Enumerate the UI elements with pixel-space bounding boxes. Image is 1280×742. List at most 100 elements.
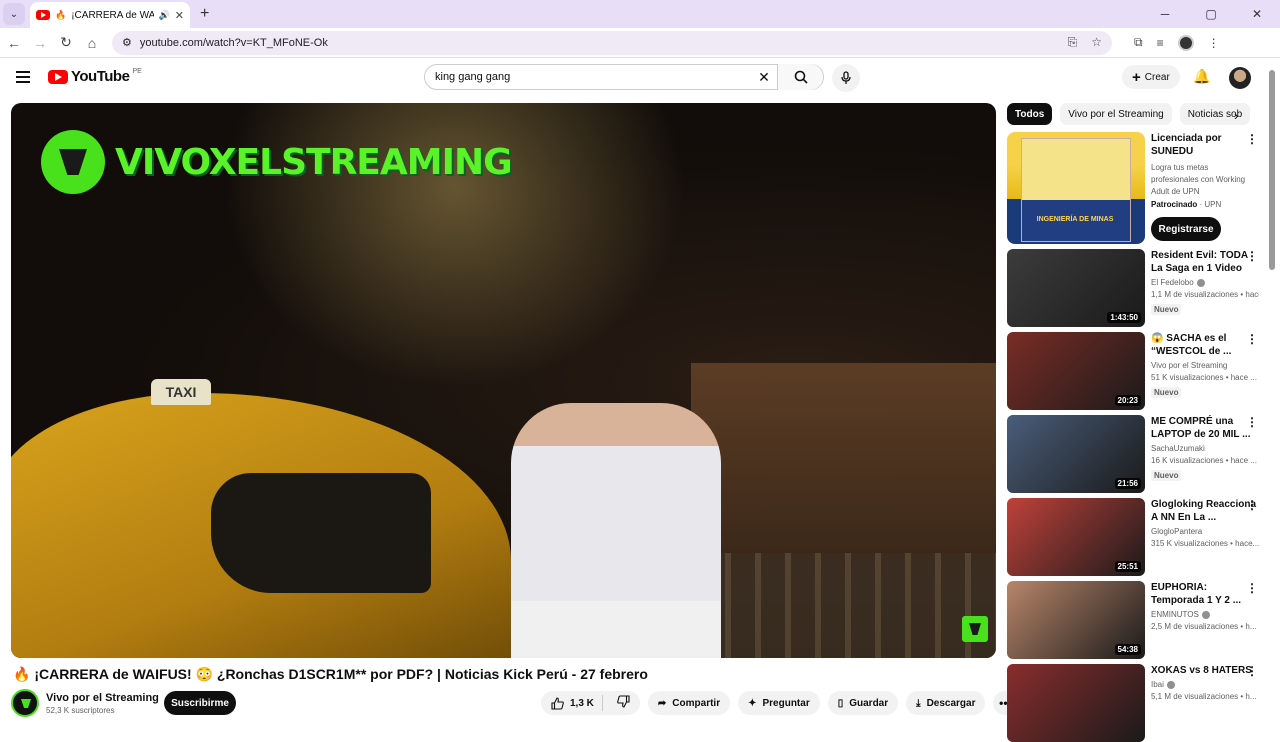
address-bar[interactable]: ⚙ youtube.com/watch?v=KT_MFoNE-Ok ⎘ ☆	[112, 30, 1112, 55]
video-player[interactable]: TAXI VIVOXELSTREAMING	[11, 103, 996, 658]
like-count: 1,3 K	[570, 697, 594, 709]
browser-tab[interactable]: 🔥 ¡CARRERA de WAIFUS! ( 🔊 ✕	[30, 2, 190, 28]
account-avatar[interactable]	[1229, 67, 1251, 89]
extensions-icon[interactable]: ⧉	[1134, 35, 1143, 50]
rec-title[interactable]: Glogloking Reacciona A NN En La ...	[1151, 498, 1259, 524]
rec-channel[interactable]: El Fedelobo	[1151, 278, 1259, 287]
verified-check-icon	[1196, 278, 1205, 287]
create-button[interactable]: + Crear	[1122, 65, 1180, 89]
rec-duration: 20:23	[1114, 395, 1141, 406]
rec-title[interactable]: XOKAS vs 8 HATERS	[1151, 664, 1259, 677]
youtube-logo[interactable]: YouTube PE	[48, 68, 142, 85]
ad-menu-icon[interactable]: ⋮	[1246, 132, 1258, 146]
rec-channel[interactable]: Vivo por el Streaming	[1151, 361, 1259, 370]
rec-thumbnail[interactable]: 20:23	[1007, 332, 1145, 410]
close-window-button[interactable]: ✕	[1234, 0, 1280, 28]
youtube-play-icon	[48, 69, 68, 84]
rec-item[interactable]: 25:51 Glogloking Reacciona A NN En La ..…	[1007, 498, 1262, 576]
back-icon[interactable]: ←	[2, 35, 26, 51]
ad-thumbnail[interactable]: INGENIERÍA DE MINAS	[1007, 132, 1145, 244]
search-box[interactable]: king gang gang ✕	[424, 64, 824, 90]
tab-search-icon[interactable]: ⌄	[3, 3, 25, 25]
chip-vivo-por-el-streaming[interactable]: Vivo por el Streaming	[1060, 103, 1172, 125]
ask-label: Preguntar	[762, 697, 810, 709]
rec-thumbnail[interactable]: 21:56	[1007, 415, 1145, 493]
home-icon[interactable]: ⌂	[80, 35, 104, 51]
scrollbar-thumb[interactable]	[1269, 70, 1275, 270]
rec-item[interactable]: 21:56 ME COMPRÉ una LAPTOP de 20 MIL ...…	[1007, 415, 1262, 493]
dislike-button[interactable]	[609, 695, 640, 711]
like-button[interactable]: 1,3 K	[541, 695, 603, 711]
chip-noticias[interactable]: Noticias sob	[1179, 103, 1251, 125]
region-code: PE	[132, 68, 142, 75]
rec-menu-icon[interactable]: ⋮	[1246, 581, 1258, 595]
rec-thumbnail[interactable]: 25:51	[1007, 498, 1145, 576]
rec-duration: 1:43:50	[1107, 312, 1141, 323]
rec-item[interactable]: XOKAS vs 8 HATERS Ibai 5,1 M de visualiz…	[1007, 664, 1262, 742]
share-label: Compartir	[672, 697, 721, 709]
ask-button[interactable]: ✦ Preguntar	[738, 691, 820, 715]
cast-icon[interactable]: ⎘	[1068, 35, 1078, 50]
rec-info: ME COMPRÉ una LAPTOP de 20 MIL ... Sacha…	[1151, 415, 1259, 493]
reload-icon[interactable]: ↻	[54, 34, 78, 51]
new-tab-button[interactable]: +	[200, 5, 209, 23]
rec-thumbnail[interactable]: 54:38	[1007, 581, 1145, 659]
rec-menu-icon[interactable]: ⋮	[1246, 332, 1258, 346]
rec-menu-icon[interactable]: ⋮	[1246, 664, 1258, 678]
subscribe-button[interactable]: Suscribirme	[164, 691, 236, 715]
video-title: 🔥 ¡CARRERA de WAIFUS! 😳 ¿Ronchas D1SCR1M…	[13, 666, 648, 682]
site-info-icon[interactable]: ⚙	[122, 36, 132, 49]
bookmark-star-icon[interactable]: ☆	[1091, 35, 1102, 50]
ad-card[interactable]: INGENIERÍA DE MINAS Licenciada por SUNED…	[1007, 132, 1262, 244]
rec-channel[interactable]: SachaUzumaki	[1151, 444, 1259, 453]
rec-menu-icon[interactable]: ⋮	[1246, 415, 1258, 429]
sparkle-icon: ✦	[748, 697, 757, 709]
search-input[interactable]: king gang gang	[425, 71, 751, 83]
tab-close-icon[interactable]: ✕	[175, 9, 184, 22]
share-button[interactable]: ➦ Compartir	[647, 691, 731, 715]
rec-channel-name: Vivo por el Streaming	[1151, 361, 1228, 370]
rec-title[interactable]: Resident Evil: TODA La Saga en 1 Video	[1151, 249, 1259, 275]
download-button[interactable]: ⤓ Descargar	[906, 691, 986, 715]
rec-thumbnail[interactable]: 1:43:50	[1007, 249, 1145, 327]
branding-corner-icon[interactable]	[962, 616, 988, 642]
guide-menu-icon[interactable]	[16, 71, 30, 83]
rec-title[interactable]: ME COMPRÉ una LAPTOP de 20 MIL ...	[1151, 415, 1259, 441]
speaker-icon[interactable]: 🔊	[159, 10, 170, 21]
rec-channel[interactable]: Ibai	[1151, 680, 1259, 689]
rec-channel[interactable]: ENMINUTOS	[1151, 610, 1259, 619]
share-arrow-icon: ➦	[657, 697, 667, 709]
page-scrollbar[interactable]	[1269, 62, 1275, 718]
voice-search-button[interactable]	[832, 64, 860, 92]
rec-item[interactable]: 54:38 EUPHORIA: Temporada 1 Y 2 ... ENMI…	[1007, 581, 1262, 659]
rec-duration: 21:56	[1114, 478, 1141, 489]
rec-list: 1:43:50 Resident Evil: TODA La Saga en 1…	[1007, 249, 1262, 742]
rec-thumbnail[interactable]	[1007, 664, 1145, 742]
browser-toolbar: ← → ↻ ⌂ ⚙ youtube.com/watch?v=KT_MFoNE-O…	[0, 28, 1280, 58]
rec-item[interactable]: 1:43:50 Resident Evil: TODA La Saga en 1…	[1007, 249, 1262, 327]
rec-title[interactable]: 😱 SACHA es el “WESTCOL de ...	[1151, 332, 1259, 358]
chevron-right-icon[interactable]: ›	[1234, 108, 1238, 123]
register-button[interactable]: Registrarse	[1151, 217, 1221, 241]
save-button[interactable]: ▯ Guardar	[827, 691, 899, 715]
forward-icon[interactable]: →	[28, 35, 52, 51]
channel-name[interactable]: Vivo por el Streaming	[46, 692, 159, 704]
maximize-button[interactable]: ▢	[1188, 0, 1234, 28]
owner-info: Vivo por el Streaming 52,3 K suscriptore…	[46, 692, 159, 715]
profile-avatar[interactable]	[1177, 34, 1194, 51]
rec-menu-icon[interactable]: ⋮	[1246, 498, 1258, 512]
channel-avatar[interactable]	[11, 689, 39, 717]
minimize-button[interactable]: ─	[1142, 0, 1188, 28]
taxi-sign: TAXI	[151, 379, 211, 405]
media-controls-icon[interactable]: ≡	[1157, 36, 1164, 50]
microphone-icon	[841, 71, 851, 84]
rec-item[interactable]: 20:23 😱 SACHA es el “WESTCOL de ... Vivo…	[1007, 332, 1262, 410]
rec-menu-icon[interactable]: ⋮	[1246, 249, 1258, 263]
browser-menu-icon[interactable]: ⋮	[1208, 36, 1220, 50]
clear-search-icon[interactable]: ✕	[751, 69, 777, 86]
search-button[interactable]	[777, 64, 823, 90]
notifications-bell-icon[interactable]: 🔔	[1193, 68, 1210, 85]
chip-todos[interactable]: Todos	[1007, 103, 1053, 125]
rec-channel[interactable]: GlogloPantera	[1151, 527, 1259, 536]
rec-title[interactable]: EUPHORIA: Temporada 1 Y 2 ...	[1151, 581, 1259, 607]
